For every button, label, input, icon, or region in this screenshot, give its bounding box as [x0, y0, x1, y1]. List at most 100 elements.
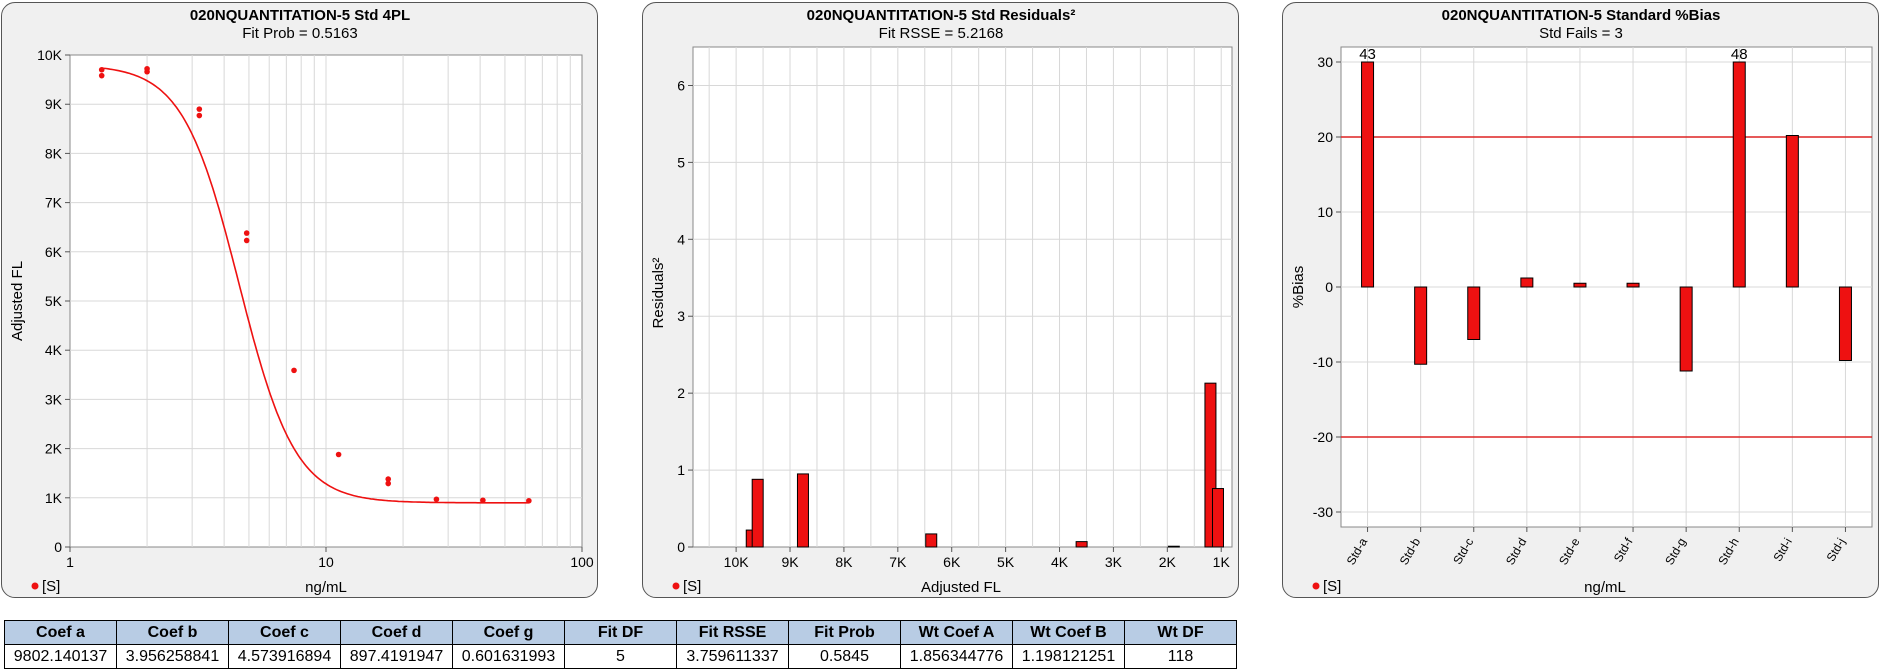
table-header-cell: Wt DF — [1124, 620, 1237, 645]
bias-bar — [1467, 286, 1481, 340]
bias-chart: 020NQUANTITATION-5 Standard %Bias Std Fa… — [1290, 7, 1873, 596]
chart-subtitle: Fit Prob = 0.5163 — [242, 25, 358, 42]
x-tick-label: Std-i — [1770, 536, 1794, 564]
y-tick-label: 0 — [54, 539, 62, 555]
x-tick-label: 1 — [66, 554, 74, 570]
plot-area — [692, 46, 1233, 548]
data-point — [196, 106, 203, 112]
y-tick-label: 3K — [45, 391, 63, 407]
data-point — [98, 72, 105, 79]
x-tick-label: 2K — [1159, 554, 1177, 570]
x-tick-label: 8K — [835, 554, 853, 570]
y-tick-label: 4K — [45, 342, 63, 358]
y-tick-label: -30 — [1313, 504, 1333, 520]
y-tick-label: 1K — [45, 490, 63, 506]
legend-marker — [31, 582, 39, 590]
y-axis-label: %Bias — [1290, 266, 1307, 309]
x-tick-label: 3K — [1105, 554, 1123, 570]
y-tick-label: 8K — [45, 145, 63, 161]
bias-bar — [1414, 286, 1428, 365]
y-tick-label: 30 — [1317, 54, 1333, 70]
x-tick-label: 1K — [1213, 554, 1231, 570]
x-tick-label: Std-a — [1344, 535, 1371, 567]
data-point — [243, 230, 250, 236]
table-cell: 3.956258841 — [116, 644, 229, 669]
y-tick-label: -20 — [1313, 429, 1333, 445]
table-header-cell: Coef d — [340, 620, 453, 645]
y-tick-label: 9K — [45, 96, 63, 112]
table-cell: 4.573916894 — [228, 644, 341, 669]
bias-chart-panel: 020NQUANTITATION-5 Standard %Bias Std Fa… — [1282, 2, 1879, 598]
x-tick-label: 9K — [781, 554, 799, 570]
legend-label: [S] — [1323, 578, 1341, 595]
y-tick-label: 5 — [677, 154, 685, 170]
x-tick-label: 10K — [724, 554, 750, 570]
table-header-cell: Coef b — [116, 620, 229, 645]
y-tick-label: 2 — [677, 385, 685, 401]
y-tick-label: 3 — [677, 308, 685, 324]
legend-label: [S] — [683, 578, 701, 595]
chart-subtitle: Fit RSSE = 5.2168 — [879, 25, 1004, 42]
bias-bar — [1785, 135, 1799, 288]
x-tick-label: Std-h — [1715, 536, 1741, 568]
std-4pl-chart: 020NQUANTITATION-5 Std 4PL Fit Prob = 0.… — [9, 7, 594, 596]
bias-bar — [1573, 282, 1587, 288]
y-tick-label: 0 — [1325, 279, 1333, 295]
table-header-cell: Wt Coef B — [1012, 620, 1125, 645]
data-point — [291, 367, 297, 374]
x-tick-label: 5K — [997, 554, 1015, 570]
y-axis-label: Residuals² — [650, 258, 667, 329]
coefficient-table: Coef a Coef b Coef c Coef d Coef g Fit DF Fit … — [4, 620, 1237, 669]
bias-bar — [1626, 282, 1640, 288]
x-axis-label: Adjusted FL — [921, 579, 1001, 596]
data-point — [144, 68, 150, 75]
y-tick-label: 10 — [1317, 204, 1333, 220]
residual-bar — [1075, 541, 1088, 548]
table-cell: 118 — [1124, 644, 1237, 669]
residual-bar — [1211, 488, 1224, 548]
residuals-chart-panel: 020NQUANTITATION-5 Std Residuals² Fit RS… — [642, 2, 1239, 598]
x-tick-label: Std-d — [1503, 536, 1529, 568]
bias-bar — [1732, 61, 1746, 288]
table-header-cell: Coef a — [4, 620, 117, 645]
table-cell: 1.198121251 — [1012, 644, 1125, 669]
table-cell: 9802.140137 — [4, 644, 117, 669]
x-tick-label: 4K — [1051, 554, 1069, 570]
data-point — [335, 451, 342, 458]
table-cell: 0.601631993 — [452, 644, 565, 669]
data-point — [480, 497, 486, 504]
legend-label: [S] — [42, 578, 60, 595]
data-point — [526, 497, 532, 504]
y-tick-label: 6K — [45, 244, 63, 260]
bias-bar — [1361, 61, 1375, 288]
chart-title: 020NQUANTITATION-5 Std 4PL — [190, 7, 410, 24]
legend-marker — [672, 582, 680, 590]
legend-marker — [1312, 582, 1320, 590]
table-header-cell: Coef g — [452, 620, 565, 645]
bias-bar — [1520, 277, 1534, 288]
bias-bar — [1838, 286, 1852, 361]
data-point — [433, 496, 440, 503]
residual-bar — [925, 533, 938, 548]
chart-title: 020NQUANTITATION-5 Standard %Bias — [1442, 7, 1721, 24]
y-tick-label: 1 — [677, 462, 685, 478]
x-tick-label: 6K — [943, 554, 961, 570]
bar-value-label: 48 — [1731, 46, 1748, 63]
x-tick-label: Std-g — [1662, 536, 1688, 568]
chart-title: 020NQUANTITATION-5 Std Residuals² — [807, 7, 1076, 24]
x-tick-label: 7K — [889, 554, 907, 570]
data-point — [196, 112, 203, 119]
x-tick-label: Std-f — [1611, 535, 1636, 565]
y-tick-label: 0 — [677, 539, 685, 555]
chart-subtitle: Std Fails = 3 — [1539, 25, 1623, 42]
data-point — [98, 66, 105, 73]
y-tick-label: 6 — [677, 77, 685, 93]
table-header-cell: Fit Prob — [788, 620, 901, 645]
x-axis-label: ng/mL — [305, 579, 347, 596]
y-tick-label: -10 — [1313, 354, 1333, 370]
std-4pl-chart-panel: 020NQUANTITATION-5 Std 4PL Fit Prob = 0.… — [1, 2, 598, 598]
bar-value-label: 43 — [1359, 46, 1376, 63]
x-tick-label: 10 — [318, 554, 334, 570]
y-tick-label: 5K — [45, 293, 63, 309]
x-axis-label: ng/mL — [1584, 579, 1626, 596]
